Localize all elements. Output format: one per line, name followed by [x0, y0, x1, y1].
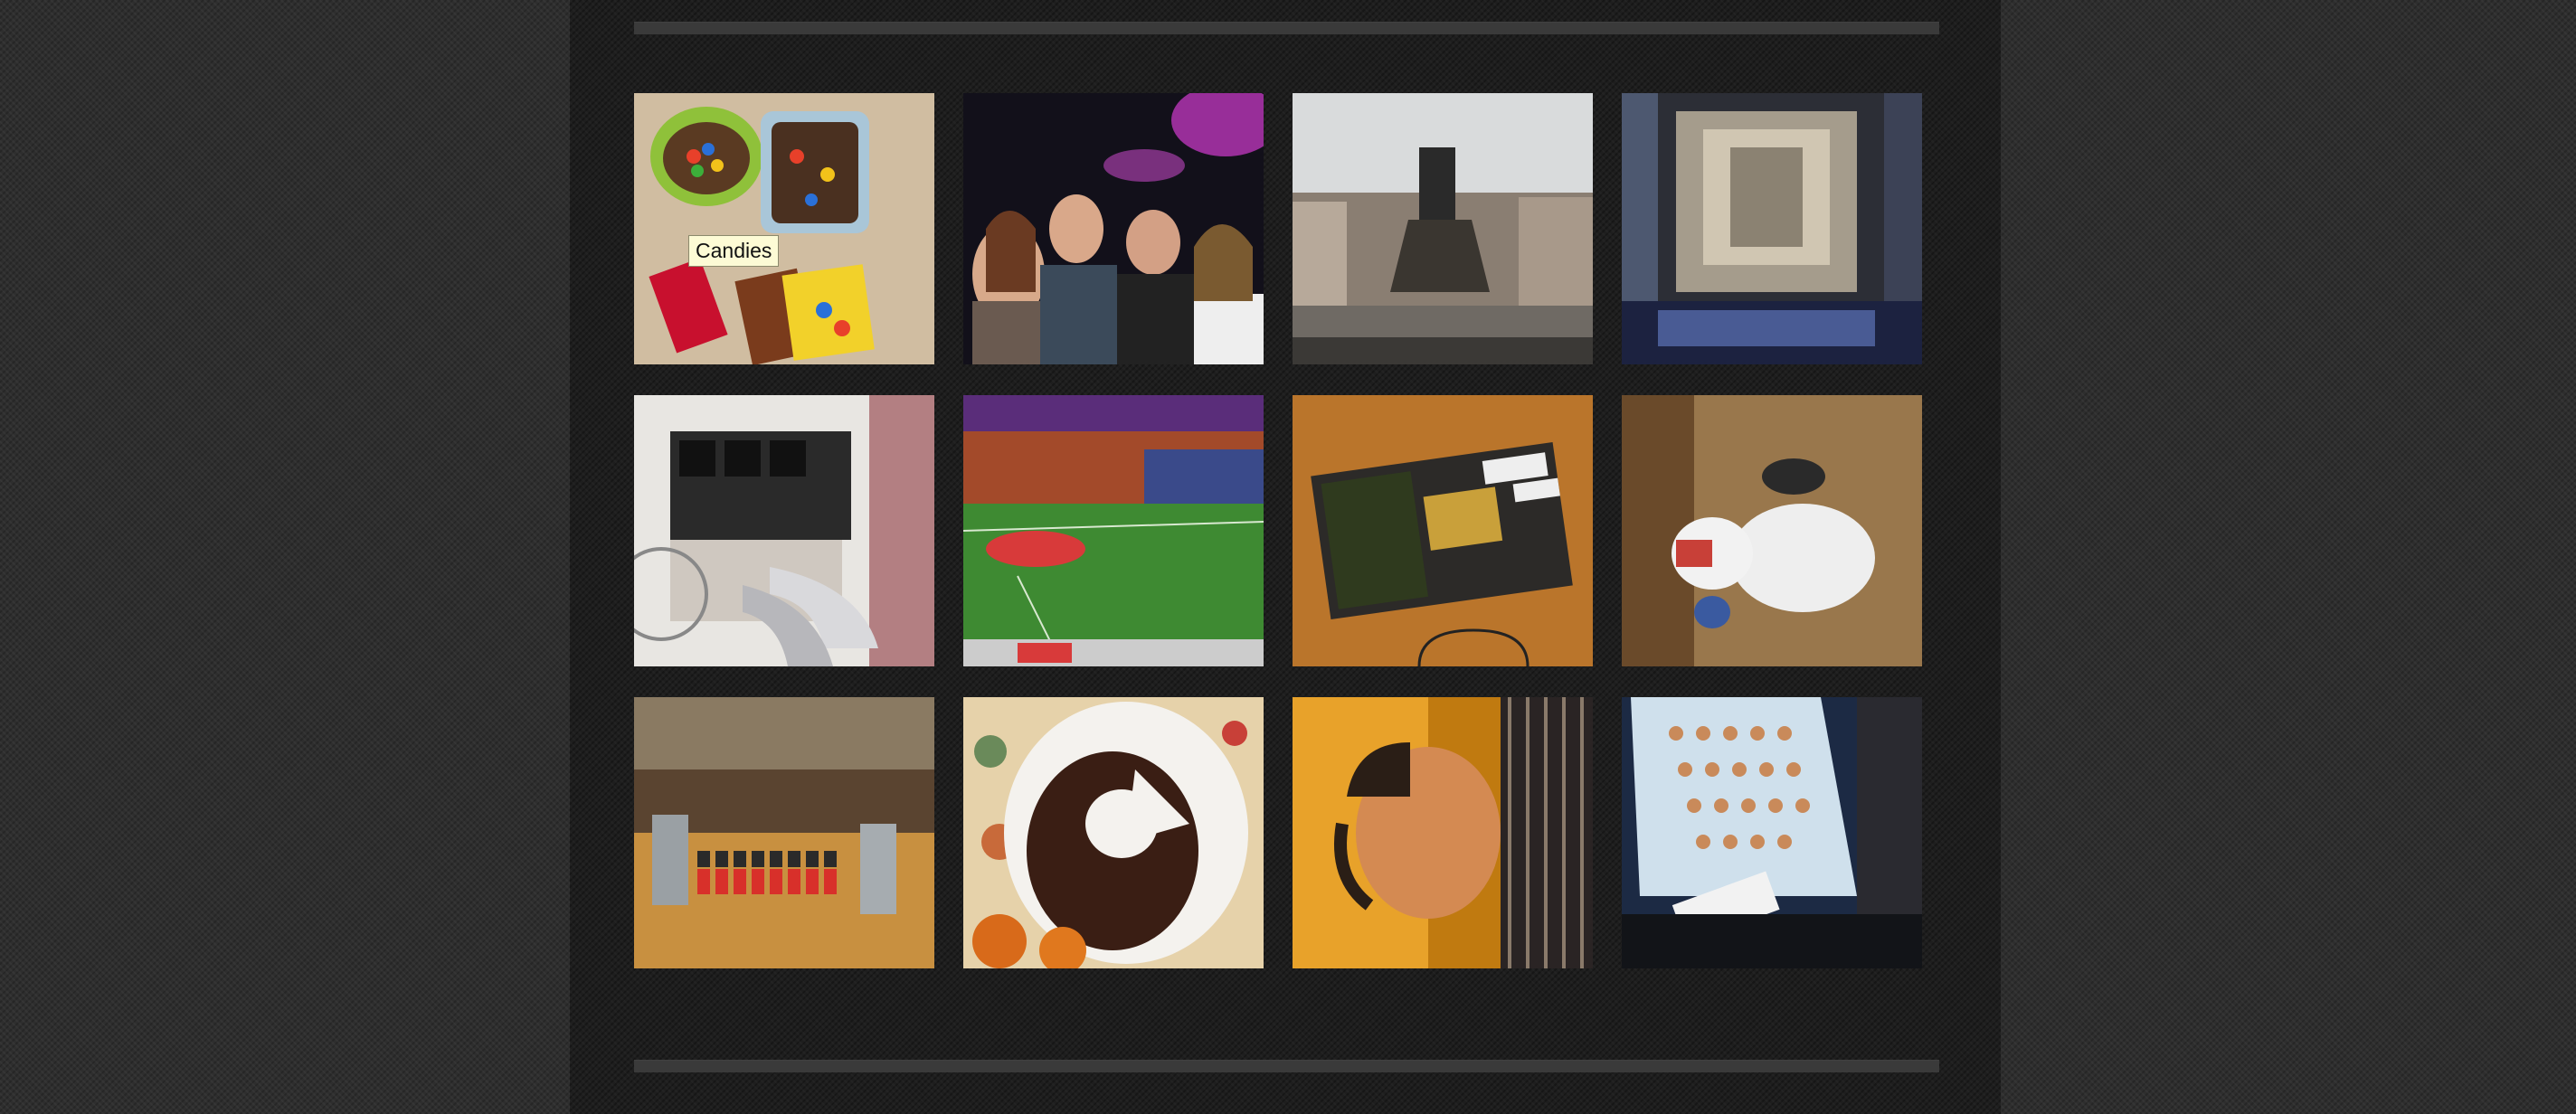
- candies-image: [634, 93, 934, 364]
- selfie-image: [1293, 697, 1593, 968]
- photo-tooltip: Candies: [688, 235, 780, 267]
- photo-diner-cups[interactable]: [1622, 697, 1922, 968]
- photo-snowman[interactable]: [1622, 395, 1922, 666]
- statue-image: [1293, 93, 1593, 364]
- tickets-image: [1293, 395, 1593, 666]
- cathedral-image: [1622, 93, 1922, 364]
- photo-tickets[interactable]: [1293, 395, 1593, 666]
- top-divider: [634, 22, 1939, 34]
- snowman-image: [1622, 395, 1922, 666]
- friends-image: [963, 93, 1264, 364]
- cake-image: [963, 697, 1264, 968]
- photo-cake[interactable]: [963, 697, 1264, 968]
- photo-candies[interactable]: [634, 93, 934, 364]
- stadium-image: [963, 395, 1264, 666]
- bottom-divider: [634, 1060, 1939, 1072]
- photo-shots-bar[interactable]: [634, 697, 934, 968]
- engine-image: [634, 395, 934, 666]
- photo-friends-club[interactable]: [963, 93, 1264, 364]
- photo-cathedral-interior[interactable]: [1622, 93, 1922, 364]
- photo-ferrari-engine[interactable]: [634, 395, 934, 666]
- shots-image: [634, 697, 934, 968]
- diner-image: [1622, 697, 1922, 968]
- photo-piazza-statue[interactable]: [1293, 93, 1593, 364]
- photo-stadium[interactable]: [963, 395, 1264, 666]
- photo-selfie[interactable]: [1293, 697, 1593, 968]
